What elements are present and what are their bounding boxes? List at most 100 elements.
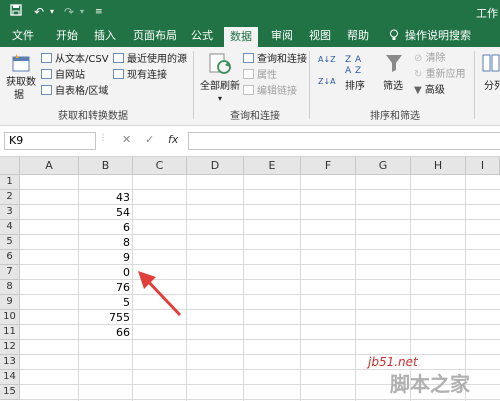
column-header-i[interactable]: I (466, 157, 500, 175)
lightbulb-icon (389, 25, 399, 47)
column-header-f[interactable]: F (301, 157, 356, 175)
name-box[interactable]: K9 (4, 132, 96, 150)
web-icon (41, 69, 52, 79)
row-header-7[interactable]: 7 (0, 265, 20, 280)
existing-connections-button[interactable]: 现有连接 (113, 69, 167, 82)
row-header-9[interactable]: 9 (0, 295, 20, 310)
cell-b2[interactable]: 43 (79, 190, 130, 205)
refresh-all-label[interactable]: 全部刷新 (200, 81, 240, 93)
row-header-15[interactable]: 15 (0, 385, 20, 400)
advanced-label: 高级 (424, 85, 445, 96)
redo-icon[interactable]: ↷ (64, 4, 74, 20)
enter-icon[interactable]: ✓ (145, 133, 154, 146)
tab-home[interactable]: 开始 (56, 25, 78, 47)
tell-me-search[interactable]: 操作说明搜索 (405, 25, 471, 47)
from-table-label: 自表格/区域 (55, 86, 109, 97)
tab-file[interactable]: 文件 (12, 25, 34, 47)
refresh-dropdown-icon[interactable]: ▾ (218, 93, 222, 105)
customize-toolbar-icon[interactable]: ≡ (95, 4, 103, 20)
from-text-csv-button[interactable]: 从文本/CSV (41, 53, 109, 66)
cell-b11[interactable]: 66 (79, 325, 130, 340)
row-header-13[interactable]: 13 (0, 355, 20, 370)
group-label-sort-filter: 排序和筛选 (370, 111, 420, 122)
get-data-label-2[interactable]: 据 (14, 90, 24, 102)
row-header-14[interactable]: 14 (0, 370, 20, 385)
undo-dropdown-icon[interactable]: ▾ (50, 4, 54, 20)
cell-b5[interactable]: 8 (79, 235, 130, 250)
sort-za-button[interactable]: Z↓A (318, 76, 336, 88)
cancel-icon[interactable]: ✕ (122, 133, 131, 146)
gridline (300, 175, 301, 401)
sort-label[interactable]: 排序 (345, 81, 365, 93)
insert-function-icon[interactable]: fx (168, 133, 178, 146)
reapply-icon: ↻ (414, 69, 426, 80)
text-to-columns-icon[interactable] (482, 52, 500, 77)
from-table-button[interactable]: 自表格/区域 (41, 85, 108, 98)
column-header-a[interactable]: A (20, 157, 79, 175)
sort-icon[interactable]: ZAAZ (344, 52, 366, 79)
row-header-1[interactable]: 1 (0, 175, 20, 190)
recent-sources-button[interactable]: 最近使用的源 (113, 53, 187, 66)
watermark-site: jb51.net (368, 355, 418, 369)
column-header-h[interactable]: H (411, 157, 466, 175)
tab-data[interactable]: 数据 (224, 27, 258, 47)
row-header-2[interactable]: 2 (0, 190, 20, 205)
redo-dropdown-icon[interactable]: ▾ (80, 4, 84, 20)
tab-page-layout[interactable]: 页面布局 (133, 25, 177, 47)
reapply-label: 重新应用 (425, 69, 466, 80)
column-header-b[interactable]: B (79, 157, 133, 175)
name-box-dropdown-icon[interactable]: ⋮ (99, 133, 107, 142)
recent-sources-label: 最近使用的源 (127, 54, 187, 65)
ribbon-tabs: 文件 开始 插入 页面布局 公式 数据 审阅 视图 帮助 操作说明搜索 (0, 25, 500, 47)
tab-view[interactable]: 视图 (309, 25, 331, 47)
cell-b6[interactable]: 9 (79, 250, 130, 265)
row-header-10[interactable]: 10 (0, 310, 20, 325)
queries-connections-label: 查询和连接 (257, 54, 307, 65)
row-header-8[interactable]: 8 (0, 280, 20, 295)
column-header-c[interactable]: C (133, 157, 187, 175)
column-header-g[interactable]: G (356, 157, 411, 175)
edit-links-button[interactable]: 编辑链接 (243, 85, 297, 98)
queries-connections-button[interactable]: 查询和连接 (243, 53, 307, 66)
refresh-all-icon[interactable] (207, 52, 233, 79)
advanced-button[interactable]: ▼ 高级 (414, 85, 445, 97)
clear-button[interactable]: ⊘ 清除 (414, 53, 446, 65)
clear-filter-icon: ⊘ (414, 53, 426, 64)
cell-b4[interactable]: 6 (79, 220, 130, 235)
save-icon[interactable] (10, 4, 22, 20)
tab-insert[interactable]: 插入 (94, 25, 116, 47)
row-header-11[interactable]: 11 (0, 325, 20, 340)
filter-icon[interactable] (384, 52, 404, 77)
cell-b7[interactable]: 0 (79, 265, 130, 280)
tab-review[interactable]: 审阅 (271, 25, 293, 47)
filter-label[interactable]: 筛选 (383, 81, 403, 93)
recent-sources-icon (113, 53, 124, 63)
properties-button[interactable]: 属性 (243, 69, 277, 82)
column-header-e[interactable]: E (244, 157, 301, 175)
row-header-12[interactable]: 12 (0, 340, 20, 355)
tab-formulas[interactable]: 公式 (191, 25, 213, 47)
gridline (20, 399, 500, 400)
cell-b3[interactable]: 54 (79, 205, 130, 220)
cell-b8[interactable]: 76 (79, 280, 130, 295)
column-header-d[interactable]: D (187, 157, 244, 175)
undo-icon[interactable]: ↶ (34, 4, 44, 20)
cell-b9[interactable]: 5 (79, 295, 130, 310)
row-header-6[interactable]: 6 (0, 250, 20, 265)
get-data-icon[interactable] (10, 52, 32, 77)
row-header-3[interactable]: 3 (0, 205, 20, 220)
tab-help[interactable]: 帮助 (347, 25, 369, 47)
worksheet-grid[interactable]: A B C D E F G H I 1 2 3 4 5 6 7 8 9 10 1… (0, 157, 500, 401)
text-to-columns-label[interactable]: 分列 (484, 81, 500, 93)
row-header-4[interactable]: 4 (0, 220, 20, 235)
annotation-arrow-icon (138, 271, 182, 317)
row-header-5[interactable]: 5 (0, 235, 20, 250)
from-web-button[interactable]: 自网站 (41, 69, 85, 82)
reapply-button[interactable]: ↻ 重新应用 (414, 69, 466, 81)
cell-b10[interactable]: 755 (79, 310, 130, 325)
select-all-corner[interactable] (0, 157, 20, 175)
sort-az-button[interactable]: A↓Z (318, 54, 336, 66)
formula-input[interactable] (188, 132, 500, 150)
get-data-label[interactable]: 获取数 (6, 77, 36, 89)
formula-bar: K9 ⋮ ✕ ✓ fx (0, 126, 500, 157)
